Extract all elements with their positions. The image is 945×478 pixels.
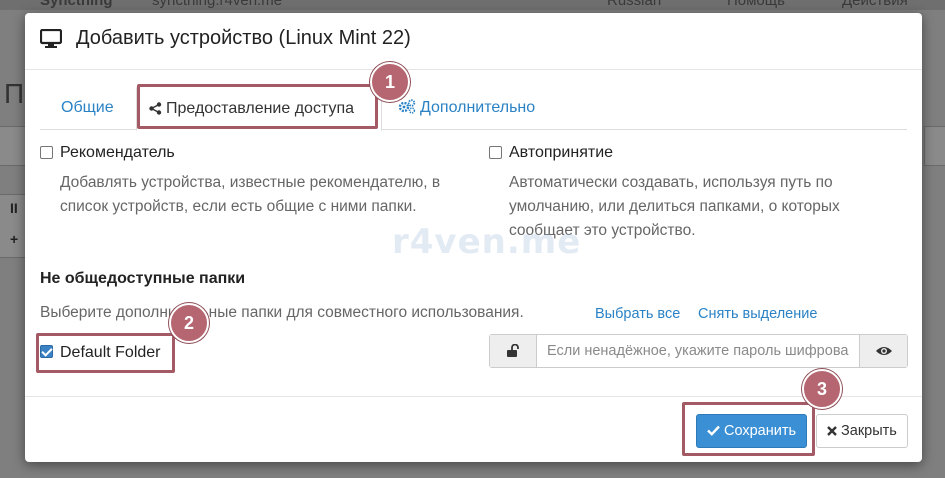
dialog-header: Добавить устройство (Linux Mint 22) bbox=[25, 13, 922, 70]
auto-accept-label: Автопринятие bbox=[509, 144, 614, 161]
background-plus-icon: + bbox=[10, 231, 19, 247]
eye-icon bbox=[875, 347, 892, 355]
tab-advanced-label: Дополнительно bbox=[420, 99, 536, 116]
dialog-tabs: Общие Предоставление доступа Дополнитель… bbox=[40, 85, 907, 131]
callout-badge-2: 2 bbox=[169, 303, 209, 343]
background-panel-right bbox=[924, 126, 945, 166]
background-panel bbox=[0, 126, 28, 166]
default-folder-label: Default Folder bbox=[60, 344, 161, 361]
encryption-password-input[interactable] bbox=[537, 335, 859, 367]
callout-badge-3: 3 bbox=[802, 369, 842, 409]
check-icon bbox=[707, 425, 720, 436]
watermark: r4ven.me bbox=[392, 222, 582, 262]
monitor-icon bbox=[40, 29, 62, 48]
tab-sharing[interactable]: Предоставление доступа bbox=[136, 85, 382, 131]
background-host: syncthing.r4ven.me bbox=[152, 0, 283, 9]
close-button-label: Закрыть bbox=[841, 423, 897, 439]
auto-accept-checkbox[interactable] bbox=[489, 146, 502, 159]
save-button[interactable]: Сохранить bbox=[696, 414, 807, 448]
cogs-icon bbox=[398, 99, 416, 114]
dialog-footer: Сохранить Закрыть bbox=[25, 396, 922, 462]
background-page-title: П bbox=[4, 78, 25, 109]
background-language: Russian bbox=[607, 0, 662, 9]
introducer-label: Рекомендатель bbox=[60, 144, 175, 161]
introducer-help: Добавлять устройства, известные рекоменд… bbox=[60, 174, 441, 215]
close-icon bbox=[827, 426, 837, 436]
callout-badge-1: 1 bbox=[370, 62, 410, 102]
default-folder-checkbox[interactable] bbox=[40, 345, 53, 358]
background-pause-icon: II bbox=[10, 200, 18, 216]
background-actions: Действия bbox=[842, 0, 908, 9]
tab-advanced[interactable]: Дополнительно bbox=[386, 85, 547, 130]
encryption-password-group bbox=[489, 334, 908, 368]
show-password-button[interactable] bbox=[859, 335, 907, 367]
unshared-folders-help: Выберите дополнительные папки для совмес… bbox=[40, 304, 524, 321]
background-help: Помощь bbox=[727, 0, 785, 9]
dialog-title: Добавить устройство (Linux Mint 22) bbox=[76, 27, 411, 49]
unlock-icon bbox=[507, 344, 519, 357]
share-icon bbox=[149, 102, 162, 115]
tab-sharing-label: Предоставление доступа bbox=[166, 100, 355, 117]
tab-general[interactable]: Общие bbox=[49, 85, 126, 130]
select-all-link[interactable]: Выбрать все bbox=[595, 306, 680, 322]
close-button[interactable]: Закрыть bbox=[816, 414, 908, 448]
tab-general-label: Общие bbox=[61, 99, 114, 116]
background-app-name: Syncthing bbox=[40, 0, 113, 9]
unshared-folders-title: Не общедоступные папки bbox=[40, 270, 246, 287]
introducer-checkbox[interactable] bbox=[40, 146, 53, 159]
background-navbar: Syncthing syncthing.r4ven.me Russian Пом… bbox=[0, 0, 945, 10]
save-button-label: Сохранить bbox=[724, 423, 797, 439]
deselect-all-link[interactable]: Снять выделение bbox=[698, 306, 817, 322]
unlock-addon bbox=[490, 335, 537, 367]
